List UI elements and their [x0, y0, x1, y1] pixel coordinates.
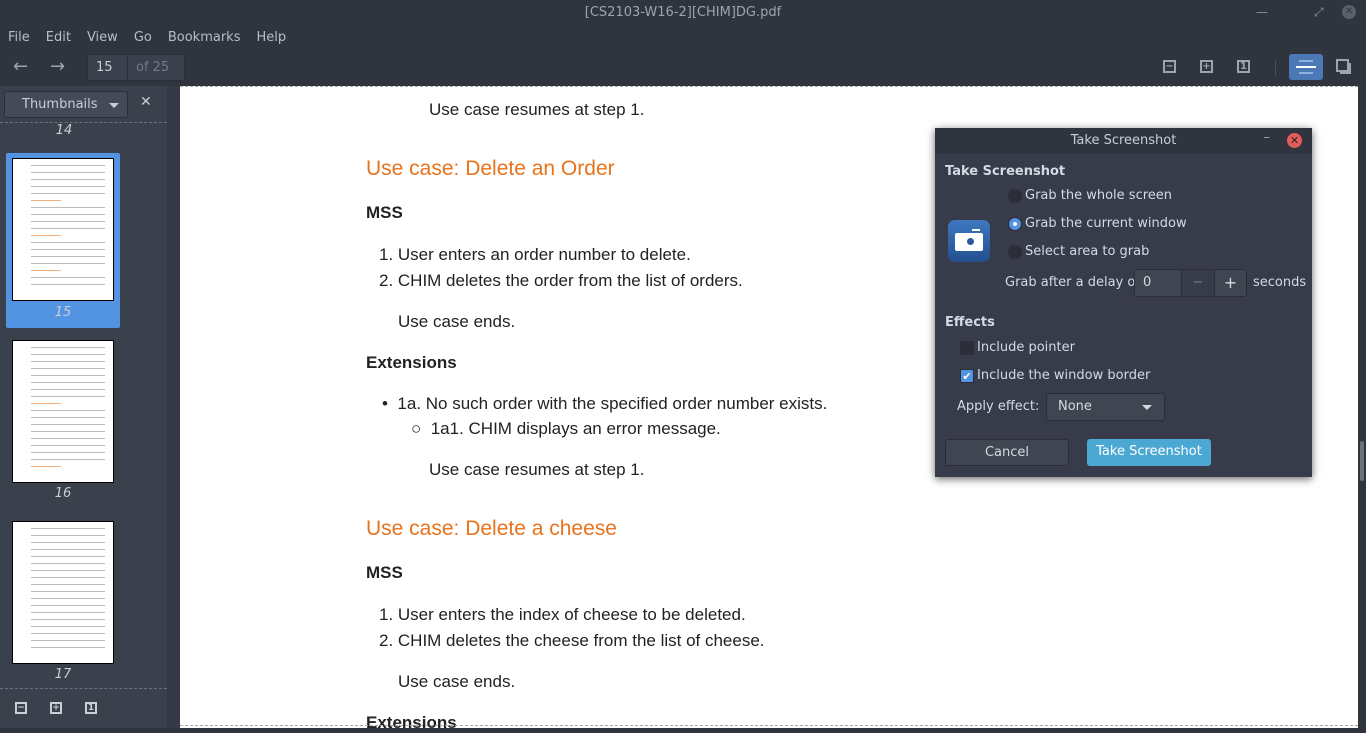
include-border-checkbox[interactable]: ✔	[960, 369, 974, 383]
doc-heading: Use case: Delete a cheese	[366, 517, 617, 540]
radio-whole-screen[interactable]	[1008, 189, 1022, 203]
divider	[0, 688, 167, 689]
dual-page-icon[interactable]	[1336, 59, 1349, 72]
scrollbar[interactable]	[1358, 86, 1366, 728]
toolbar-divider	[1275, 60, 1276, 76]
zoom-in-icon[interactable]: +	[50, 702, 62, 714]
increment-button[interactable]: +	[1215, 270, 1246, 296]
effects-title: Effects	[945, 315, 995, 330]
doc-text: Use case resumes at step 1.	[429, 100, 645, 119]
delay-unit: seconds	[1253, 275, 1307, 290]
doc-subheading: Extensions	[366, 353, 457, 372]
zoom-original-icon[interactable]: 1	[1237, 60, 1250, 73]
doc-subheading: MSS	[366, 203, 403, 222]
option-label[interactable]: Select area to grab	[1025, 244, 1149, 259]
doc-text: Use case ends.	[398, 672, 516, 691]
doc-list-item-text: 1a. No such order with the specified ord…	[397, 394, 828, 413]
dialog-title: Take Screenshot	[935, 128, 1312, 154]
menu-view[interactable]: View	[79, 25, 126, 50]
section-title: Take Screenshot	[945, 164, 1066, 179]
page-number-field[interactable]: 15 of 25	[87, 54, 185, 81]
dialog-minimize-button[interactable]: –	[1264, 130, 1271, 145]
thumbnail-page-16[interactable]	[12, 340, 114, 483]
camera-icon	[948, 220, 990, 262]
apply-effect-value: None	[1058, 399, 1092, 414]
delay-input[interactable]: 0	[1135, 270, 1182, 296]
cancel-button[interactable]: Cancel	[945, 439, 1069, 466]
dialog-close-button[interactable]: ✕	[1287, 133, 1302, 148]
chevron-down-icon	[109, 103, 119, 108]
delay-label: Grab after a delay of	[1005, 275, 1140, 290]
zoom-original-icon[interactable]: 1	[85, 702, 97, 714]
chevron-down-icon	[1142, 405, 1152, 410]
page-total: of 25	[136, 60, 170, 75]
doc-list-item: 2. CHIM deletes the cheese from the list…	[379, 631, 765, 650]
decrement-button[interactable]: −	[1182, 270, 1215, 296]
menu-bookmarks[interactable]: Bookmarks	[160, 25, 249, 50]
close-window-button[interactable]: ✕	[1342, 5, 1356, 19]
option-label[interactable]: Grab the current window	[1025, 216, 1187, 231]
menu-help[interactable]: Help	[248, 25, 294, 50]
thumbnail-page-15[interactable]	[12, 158, 114, 301]
menu-bar: File Edit View Go Bookmarks Help	[0, 25, 1366, 50]
apply-effect-select[interactable]: None	[1046, 393, 1165, 421]
include-pointer-checkbox[interactable]	[960, 341, 974, 355]
menu-file[interactable]: File	[0, 25, 38, 50]
doc-list-item: • 1a. No such order with the specified o…	[382, 394, 828, 413]
back-arrow-icon[interactable]: ←	[13, 56, 28, 77]
doc-heading: Use case: Delete an Order	[366, 157, 615, 180]
window-title: [CS2103-W16-2][CHIM]DG.pdf	[0, 0, 1366, 25]
doc-list-item: 2. CHIM deletes the order from the list …	[379, 271, 743, 290]
take-screenshot-button[interactable]: Take Screenshot	[1087, 439, 1211, 466]
doc-list-item-text: 1a1. CHIM displays an error message.	[430, 419, 721, 438]
include-pointer-label[interactable]: Include pointer	[977, 340, 1075, 355]
sidebar-mode-label: Thumbnails	[22, 97, 98, 112]
radio-select-area[interactable]	[1008, 245, 1022, 259]
include-border-label[interactable]: Include the window border	[977, 368, 1150, 383]
zoom-out-icon[interactable]: −	[15, 702, 27, 714]
doc-list-item: ○ 1a1. CHIM displays an error message.	[411, 419, 721, 438]
screenshot-dialog: Take Screenshot – ✕ Take Screenshot Grab…	[935, 128, 1312, 477]
doc-list-item: 1. User enters the index of cheese to be…	[379, 605, 746, 624]
delay-spinner[interactable]: 0 − +	[1134, 269, 1247, 297]
zoom-in-icon[interactable]: +	[1200, 60, 1213, 73]
menu-go[interactable]: Go	[126, 25, 160, 50]
thumbnail-page-17[interactable]	[12, 521, 114, 664]
minimize-button[interactable]: —	[1256, 0, 1268, 25]
sidebar-mode-select[interactable]: Thumbnails	[4, 91, 128, 118]
zoom-out-icon[interactable]: −	[1163, 60, 1176, 73]
menu-edit[interactable]: Edit	[38, 25, 79, 50]
doc-subheading: MSS	[366, 563, 403, 582]
page-boundary	[180, 725, 1358, 726]
apply-effect-label: Apply effect:	[957, 399, 1040, 414]
scrollbar-thumb[interactable]	[1360, 441, 1364, 481]
thumbnail-label: 15	[54, 305, 72, 320]
thumbnail-label: 17	[54, 667, 72, 682]
doc-list-item: 1. User enters an order number to delete…	[379, 245, 691, 264]
doc-text: Use case ends.	[398, 312, 516, 331]
forward-arrow-icon[interactable]: →	[50, 56, 65, 77]
maximize-button[interactable]: ⤢	[1314, 0, 1324, 25]
close-sidebar-icon[interactable]: ✕	[140, 94, 152, 110]
radio-current-window[interactable]	[1008, 217, 1022, 231]
thumbnail-label: 14	[55, 123, 73, 138]
sidebar-splitter[interactable]	[167, 86, 180, 728]
continuous-mode-button[interactable]	[1289, 54, 1323, 80]
thumbnail-label: 16	[54, 486, 72, 501]
option-label[interactable]: Grab the whole screen	[1025, 188, 1172, 203]
page-current-input[interactable]: 15	[88, 55, 128, 80]
doc-subheading: Extensions	[366, 713, 457, 732]
doc-text: Use case resumes at step 1.	[429, 460, 645, 479]
